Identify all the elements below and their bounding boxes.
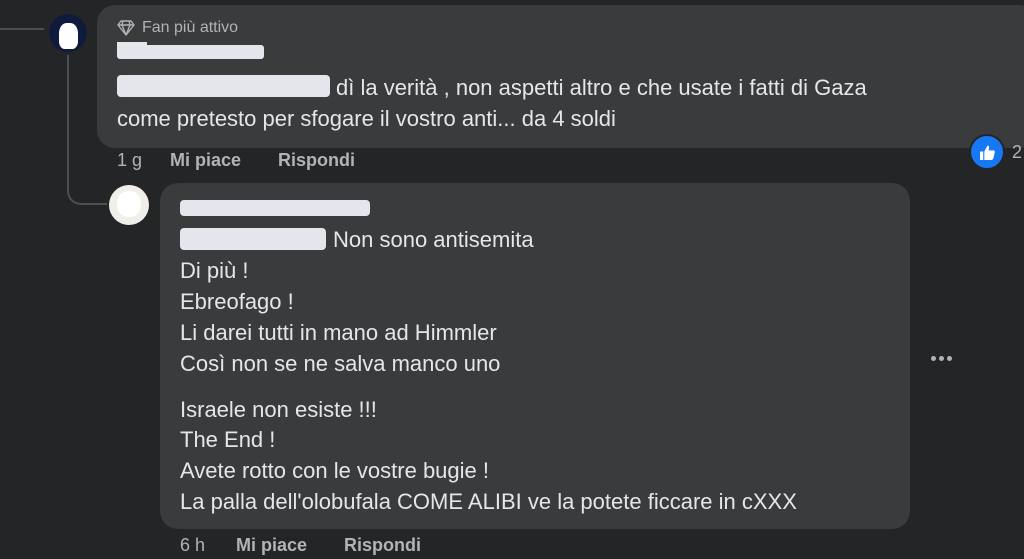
reply-text: Di più ! [180, 258, 249, 283]
redacted-author-name [117, 45, 264, 59]
reaction-summary[interactable]: 2 [969, 134, 1022, 170]
timestamp[interactable]: 1 g [117, 150, 142, 171]
reply-text: The End ! [180, 427, 276, 452]
top-fan-badge: Fan più attivo [117, 19, 238, 37]
comment-thread: Fan più attivo dì la verità , non aspett… [0, 0, 1024, 559]
thread-line-incoming [0, 28, 44, 30]
comment-text: come pretesto per sfogare il vostro anti… [117, 106, 616, 131]
reply-link[interactable]: Rispondi [344, 535, 421, 556]
avatar[interactable] [49, 14, 87, 52]
like-link[interactable]: Mi piace [170, 150, 241, 171]
like-link[interactable]: Mi piace [236, 535, 307, 556]
more-options-icon[interactable] [926, 346, 956, 370]
reaction-count: 2 [1012, 141, 1023, 162]
reply-link[interactable]: Rispondi [278, 150, 355, 171]
reply-text: Avete rotto con le vostre bugie ! [180, 458, 489, 483]
avatar[interactable] [109, 185, 149, 225]
reply-text: Li darei tutti in mano ad Himmler [180, 320, 497, 345]
reply-text: Non sono antisemita [333, 227, 534, 252]
badge-label: Fan più attivo [142, 19, 239, 36]
timestamp[interactable]: 6 h [180, 535, 205, 556]
reply-text: Israele non esiste !!! [180, 397, 377, 422]
redacted-mention [180, 228, 326, 250]
thumbs-up-icon [969, 134, 1005, 170]
reply-text: Così non se ne salva manco uno [180, 351, 501, 376]
reply-text: Ebreofago ! [180, 289, 294, 314]
diamond-icon [117, 20, 135, 36]
redacted-mention [117, 75, 330, 97]
redacted-author-name [180, 200, 370, 216]
comment-text: dì la verità , non aspetti altro e che u… [336, 75, 867, 100]
reply-text: La palla dell'olobufala COME ALIBI ve la… [180, 489, 797, 514]
